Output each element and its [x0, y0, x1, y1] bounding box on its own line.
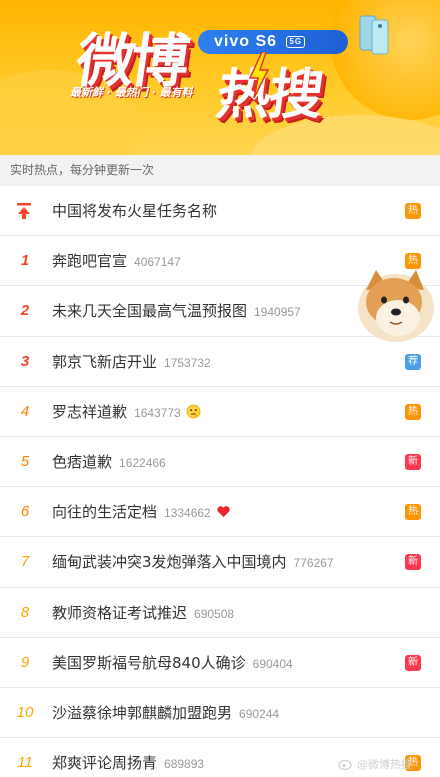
topic-line: 未来几天全国最高气温预报图 1940957	[52, 286, 301, 336]
topic-title[interactable]: 教师资格证考试推迟	[52, 604, 187, 622]
hot-tag-badge: 热	[405, 203, 421, 219]
hot-tag-badge: 热	[405, 253, 421, 270]
hot-topic-row[interactable]: 8 教师资格证考试推迟 690508	[0, 587, 440, 638]
weibo-watermark: @微博热搜	[338, 756, 438, 774]
section-header: 实时热点，每分钟更新一次	[0, 155, 440, 186]
topic-title[interactable]: 美国罗斯福号航母840人确诊	[52, 654, 246, 672]
hot-topic-row[interactable]: 9 美国罗斯福号航母840人确诊 690404 新	[0, 637, 440, 688]
pinned-rank	[0, 186, 50, 236]
topic-line: 奔跑吧官宣 4067147	[52, 236, 181, 286]
heat-count: 4067147	[134, 255, 181, 270]
watermark-text: @微博热搜	[357, 758, 412, 771]
hot-search-banner: 微博 vivo S6 5G 热搜 最新鲜 · 最热门 · 最有料	[0, 0, 440, 155]
lightning-icon	[248, 52, 270, 98]
topic-title[interactable]: 中国将发布火星任务名称	[52, 202, 217, 220]
heat-count: 1753732	[164, 355, 211, 370]
topic-line: 沙溢蔡徐坤郭麒麟加盟跑男 690244	[52, 688, 279, 738]
topic-line: 教师资格证考试推迟 690508	[52, 588, 234, 638]
topic-title[interactable]: 向往的生活定档	[52, 503, 157, 521]
hot-tag-badge: 热	[405, 504, 421, 521]
topic-line: 郑爽评论周扬青 689893	[52, 738, 204, 777]
rank-number: 10	[16, 703, 34, 721]
thinking-face-icon	[186, 404, 201, 419]
rank-number: 8	[20, 603, 30, 621]
rank-number: 5	[20, 452, 30, 470]
topic-line: 缅甸武装冲突3发炮弹落入中国境内 776267	[52, 537, 334, 587]
topic-title[interactable]: 郑爽评论周扬青	[52, 754, 157, 772]
topic-title[interactable]: 色痞道歉	[52, 453, 112, 471]
heat-count: 1643773	[134, 405, 181, 420]
heat-count: 1334662	[164, 506, 211, 521]
rank-number: 3	[20, 352, 30, 370]
rank-number: 11	[17, 754, 33, 772]
rank-number: 9	[20, 653, 30, 671]
hot-topic-row[interactable]: 5 色痞道歉 1622466 新	[0, 436, 440, 488]
topic-title[interactable]: 郭京飞新店开业	[52, 353, 157, 371]
topic-title[interactable]: 奔跑吧官宣	[52, 252, 127, 270]
heat-count: 689893	[164, 757, 205, 772]
topic-line: 色痞道歉 1622466	[52, 437, 166, 487]
rank-number: 7	[20, 553, 30, 571]
topic-title[interactable]: 缅甸武装冲突3发炮弹落入中国境内	[52, 553, 287, 571]
topic-title[interactable]: 未来几天全国最高气温预报图	[52, 302, 247, 320]
pinned-topic-row[interactable]: 中国将发布火星任务名称 热	[0, 186, 440, 237]
shiba-dog-sticker	[358, 270, 434, 342]
hot-topic-row[interactable]: 3 郭京飞新店开业 1753732 荐	[0, 336, 440, 387]
pin-top-icon	[17, 203, 31, 219]
new-tag-badge: 新	[405, 554, 421, 571]
topic-line: 向往的生活定档 1334662	[52, 487, 231, 537]
banner-title-resou: 热搜	[212, 63, 326, 126]
rank-number: 1	[20, 252, 30, 270]
weibo-logo-icon	[338, 759, 352, 770]
heat-count: 1622466	[119, 455, 166, 470]
brand-label: vivo S6	[214, 33, 278, 50]
hot-topic-row[interactable]: 6 向往的生活定档 1334662 热	[0, 487, 440, 538]
rec-tag-badge: 荐	[405, 353, 421, 370]
heat-count: 690508	[194, 606, 235, 621]
heat-count: 690244	[239, 706, 280, 721]
hot-tag-badge: 热	[405, 403, 421, 420]
heat-count: 1940957	[254, 305, 301, 320]
topic-title[interactable]: 沙溢蔡徐坤郭麒麟加盟跑男	[52, 704, 232, 722]
topic-line: 美国罗斯福号航母840人确诊 690404	[52, 638, 293, 688]
new-tag-badge: 新	[405, 654, 421, 671]
topic-title[interactable]: 罗志祥道歉	[52, 403, 127, 421]
5g-badge: 5G	[286, 35, 306, 48]
topic-line: 中国将发布火星任务名称	[52, 186, 217, 236]
heat-count: 776267	[293, 556, 334, 571]
hot-topic-row[interactable]: 10 沙溢蔡徐坤郭麒麟加盟跑男 690244	[0, 687, 440, 739]
heat-count: 690404	[252, 656, 293, 671]
rank-number: 4	[20, 402, 30, 420]
banner-slogan: 最新鲜 · 最热门 · 最有料	[70, 86, 193, 99]
hot-topic-row[interactable]: 4 罗志祥道歉 1643773 热	[0, 386, 440, 437]
hot-topic-row[interactable]: 7 缅甸武装冲突3发炮弹落入中国境内 776267 新	[0, 537, 440, 588]
rank-number: 2	[20, 302, 30, 320]
topic-line: 郭京飞新店开业 1753732	[52, 337, 211, 387]
rank-number: 6	[20, 503, 30, 521]
topic-line: 罗志祥道歉 1643773	[52, 387, 201, 437]
new-tag-badge: 新	[405, 453, 421, 470]
heart-icon	[217, 506, 230, 518]
